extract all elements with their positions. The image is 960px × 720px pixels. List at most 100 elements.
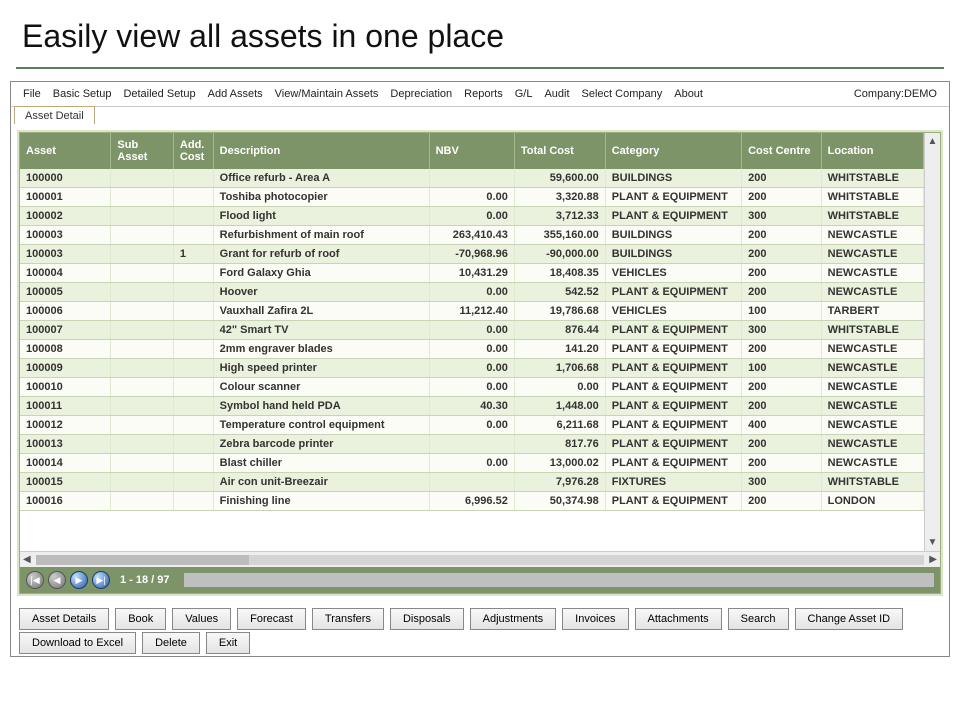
cell-desc: Colour scanner xyxy=(213,378,429,397)
table-row[interactable]: 100001Toshiba photocopier0.003,320.88PLA… xyxy=(20,188,924,207)
col-totalCost[interactable]: Total Cost xyxy=(514,133,605,169)
cell-desc: Toshiba photocopier xyxy=(213,188,429,207)
col-subAsset[interactable]: Sub Asset xyxy=(111,133,174,169)
action-row-1: Asset Details Book Values Forecast Transfers… xyxy=(11,602,949,632)
scroll-right-icon[interactable]: ▶ xyxy=(928,553,938,566)
cell-totalCost: 7,976.28 xyxy=(514,473,605,492)
menu-select-company[interactable]: Select Company xyxy=(576,86,669,102)
col-nbv[interactable]: NBV xyxy=(429,133,514,169)
cell-category: PLANT & EQUIPMENT xyxy=(605,492,741,511)
table-row[interactable]: 1000031Grant for refurb of roof-70,968.9… xyxy=(20,245,924,264)
nav-first-button[interactable]: |◀ xyxy=(26,571,44,589)
download-to-excel-button[interactable]: Download to Excel xyxy=(19,632,136,654)
cell-location: NEWCASTLE xyxy=(821,454,923,473)
menu-audit[interactable]: Audit xyxy=(538,86,575,102)
table-row[interactable]: 100003Refurbishment of main roof263,410.… xyxy=(20,226,924,245)
table-row[interactable]: 100005Hoover0.00542.52PLANT & EQUIPMENT2… xyxy=(20,283,924,302)
cell-location: LONDON xyxy=(821,492,923,511)
cell-desc: 2mm engraver blades xyxy=(213,340,429,359)
disposals-button[interactable]: Disposals xyxy=(390,608,464,630)
menu-g-l[interactable]: G/L xyxy=(509,86,539,102)
cell-location: NEWCASTLE xyxy=(821,359,923,378)
menu-add-assets[interactable]: Add Assets xyxy=(202,86,269,102)
horizontal-scrollbar[interactable]: ◀ ▶ xyxy=(20,551,940,567)
cell-costCentre: 200 xyxy=(742,188,822,207)
cell-nbv: 0.00 xyxy=(429,359,514,378)
values-button[interactable]: Values xyxy=(172,608,231,630)
menu-basic-setup[interactable]: Basic Setup xyxy=(47,86,118,102)
table-row[interactable]: 10000742" Smart TV0.00876.44PLANT & EQUI… xyxy=(20,321,924,340)
col-category[interactable]: Category xyxy=(605,133,741,169)
cell-nbv xyxy=(429,473,514,492)
table-row[interactable]: 1000082mm engraver blades0.00141.20PLANT… xyxy=(20,340,924,359)
cell-subAsset xyxy=(111,340,174,359)
cell-nbv: 0.00 xyxy=(429,340,514,359)
cell-desc: Hoover xyxy=(213,283,429,302)
col-addCost[interactable]: Add. Cost xyxy=(173,133,213,169)
menu-depreciation[interactable]: Depreciation xyxy=(384,86,458,102)
book-button[interactable]: Book xyxy=(115,608,166,630)
cell-desc: Vauxhall Zafira 2L xyxy=(213,302,429,321)
search-button[interactable]: Search xyxy=(728,608,789,630)
tab-asset-detail[interactable]: Asset Detail xyxy=(14,106,95,124)
menu-view-maintain-assets[interactable]: View/Maintain Assets xyxy=(269,86,385,102)
cell-category: VEHICLES xyxy=(605,302,741,321)
table-row[interactable]: 100009High speed printer0.001,706.68PLAN… xyxy=(20,359,924,378)
delete-button[interactable]: Delete xyxy=(142,632,200,654)
cell-location: NEWCASTLE xyxy=(821,283,923,302)
cell-category: PLANT & EQUIPMENT xyxy=(605,435,741,454)
nav-next-button[interactable]: ▶ xyxy=(70,571,88,589)
cell-costCentre: 400 xyxy=(742,416,822,435)
table-row[interactable]: 100000Office refurb - Area A59,600.00BUI… xyxy=(20,169,924,188)
transfers-button[interactable]: Transfers xyxy=(312,608,384,630)
scroll-left-icon[interactable]: ◀ xyxy=(22,553,32,566)
menu-reports[interactable]: Reports xyxy=(458,86,509,102)
cell-totalCost: 355,160.00 xyxy=(514,226,605,245)
table-row[interactable]: 100006Vauxhall Zafira 2L11,212.4019,786.… xyxy=(20,302,924,321)
cell-costCentre: 200 xyxy=(742,283,822,302)
table-row[interactable]: 100012Temperature control equipment0.006… xyxy=(20,416,924,435)
cell-location: WHITSTABLE xyxy=(821,321,923,340)
cell-asset: 100000 xyxy=(20,169,111,188)
menu-detailed-setup[interactable]: Detailed Setup xyxy=(117,86,201,102)
record-navigator: |◀ ◀ ▶ ▶| 1 - 18 / 97 xyxy=(20,567,940,593)
table-row[interactable]: 100004Ford Galaxy Ghia10,431.2918,408.35… xyxy=(20,264,924,283)
table-row[interactable]: 100016Finishing line6,996.5250,374.98PLA… xyxy=(20,492,924,511)
table-row[interactable]: 100014Blast chiller0.0013,000.02PLANT & … xyxy=(20,454,924,473)
scroll-down-icon[interactable]: ▼ xyxy=(927,536,939,549)
table-row[interactable]: 100013Zebra barcode printer817.76PLANT &… xyxy=(20,435,924,454)
menubar: FileBasic SetupDetailed SetupAdd AssetsV… xyxy=(11,82,949,107)
menu-file[interactable]: File xyxy=(17,86,47,102)
cell-nbv: 0.00 xyxy=(429,283,514,302)
vertical-scrollbar[interactable]: ▲ ▼ xyxy=(924,133,940,551)
cell-subAsset xyxy=(111,359,174,378)
table-row[interactable]: 100015Air con unit-Breezair7,976.28FIXTU… xyxy=(20,473,924,492)
exit-button[interactable]: Exit xyxy=(206,632,250,654)
attachments-button[interactable]: Attachments xyxy=(635,608,722,630)
col-desc[interactable]: Description xyxy=(213,133,429,169)
scroll-up-icon[interactable]: ▲ xyxy=(927,135,939,148)
action-row-2: Download to Excel Delete Exit xyxy=(11,632,949,656)
col-costCentre[interactable]: Cost Centre xyxy=(742,133,822,169)
table-row[interactable]: 100011Symbol hand held PDA40.301,448.00P… xyxy=(20,397,924,416)
cell-category: BUILDINGS xyxy=(605,245,741,264)
cell-asset: 100008 xyxy=(20,340,111,359)
cell-asset: 100015 xyxy=(20,473,111,492)
change-asset-id-button[interactable]: Change Asset ID xyxy=(795,608,904,630)
cell-location: NEWCASTLE xyxy=(821,435,923,454)
nav-prev-button[interactable]: ◀ xyxy=(48,571,66,589)
col-location[interactable]: Location xyxy=(821,133,923,169)
cell-desc: Blast chiller xyxy=(213,454,429,473)
cell-nbv: 0.00 xyxy=(429,188,514,207)
nav-last-button[interactable]: ▶| xyxy=(92,571,110,589)
forecast-button[interactable]: Forecast xyxy=(237,608,306,630)
asset-details-button[interactable]: Asset Details xyxy=(19,608,109,630)
invoices-button[interactable]: Invoices xyxy=(562,608,628,630)
cell-desc: Office refurb - Area A xyxy=(213,169,429,188)
table-row[interactable]: 100002Flood light0.003,712.33PLANT & EQU… xyxy=(20,207,924,226)
cell-subAsset xyxy=(111,302,174,321)
col-asset[interactable]: Asset xyxy=(20,133,111,169)
table-row[interactable]: 100010Colour scanner0.000.00PLANT & EQUI… xyxy=(20,378,924,397)
adjustments-button[interactable]: Adjustments xyxy=(470,608,557,630)
menu-about[interactable]: About xyxy=(668,86,709,102)
